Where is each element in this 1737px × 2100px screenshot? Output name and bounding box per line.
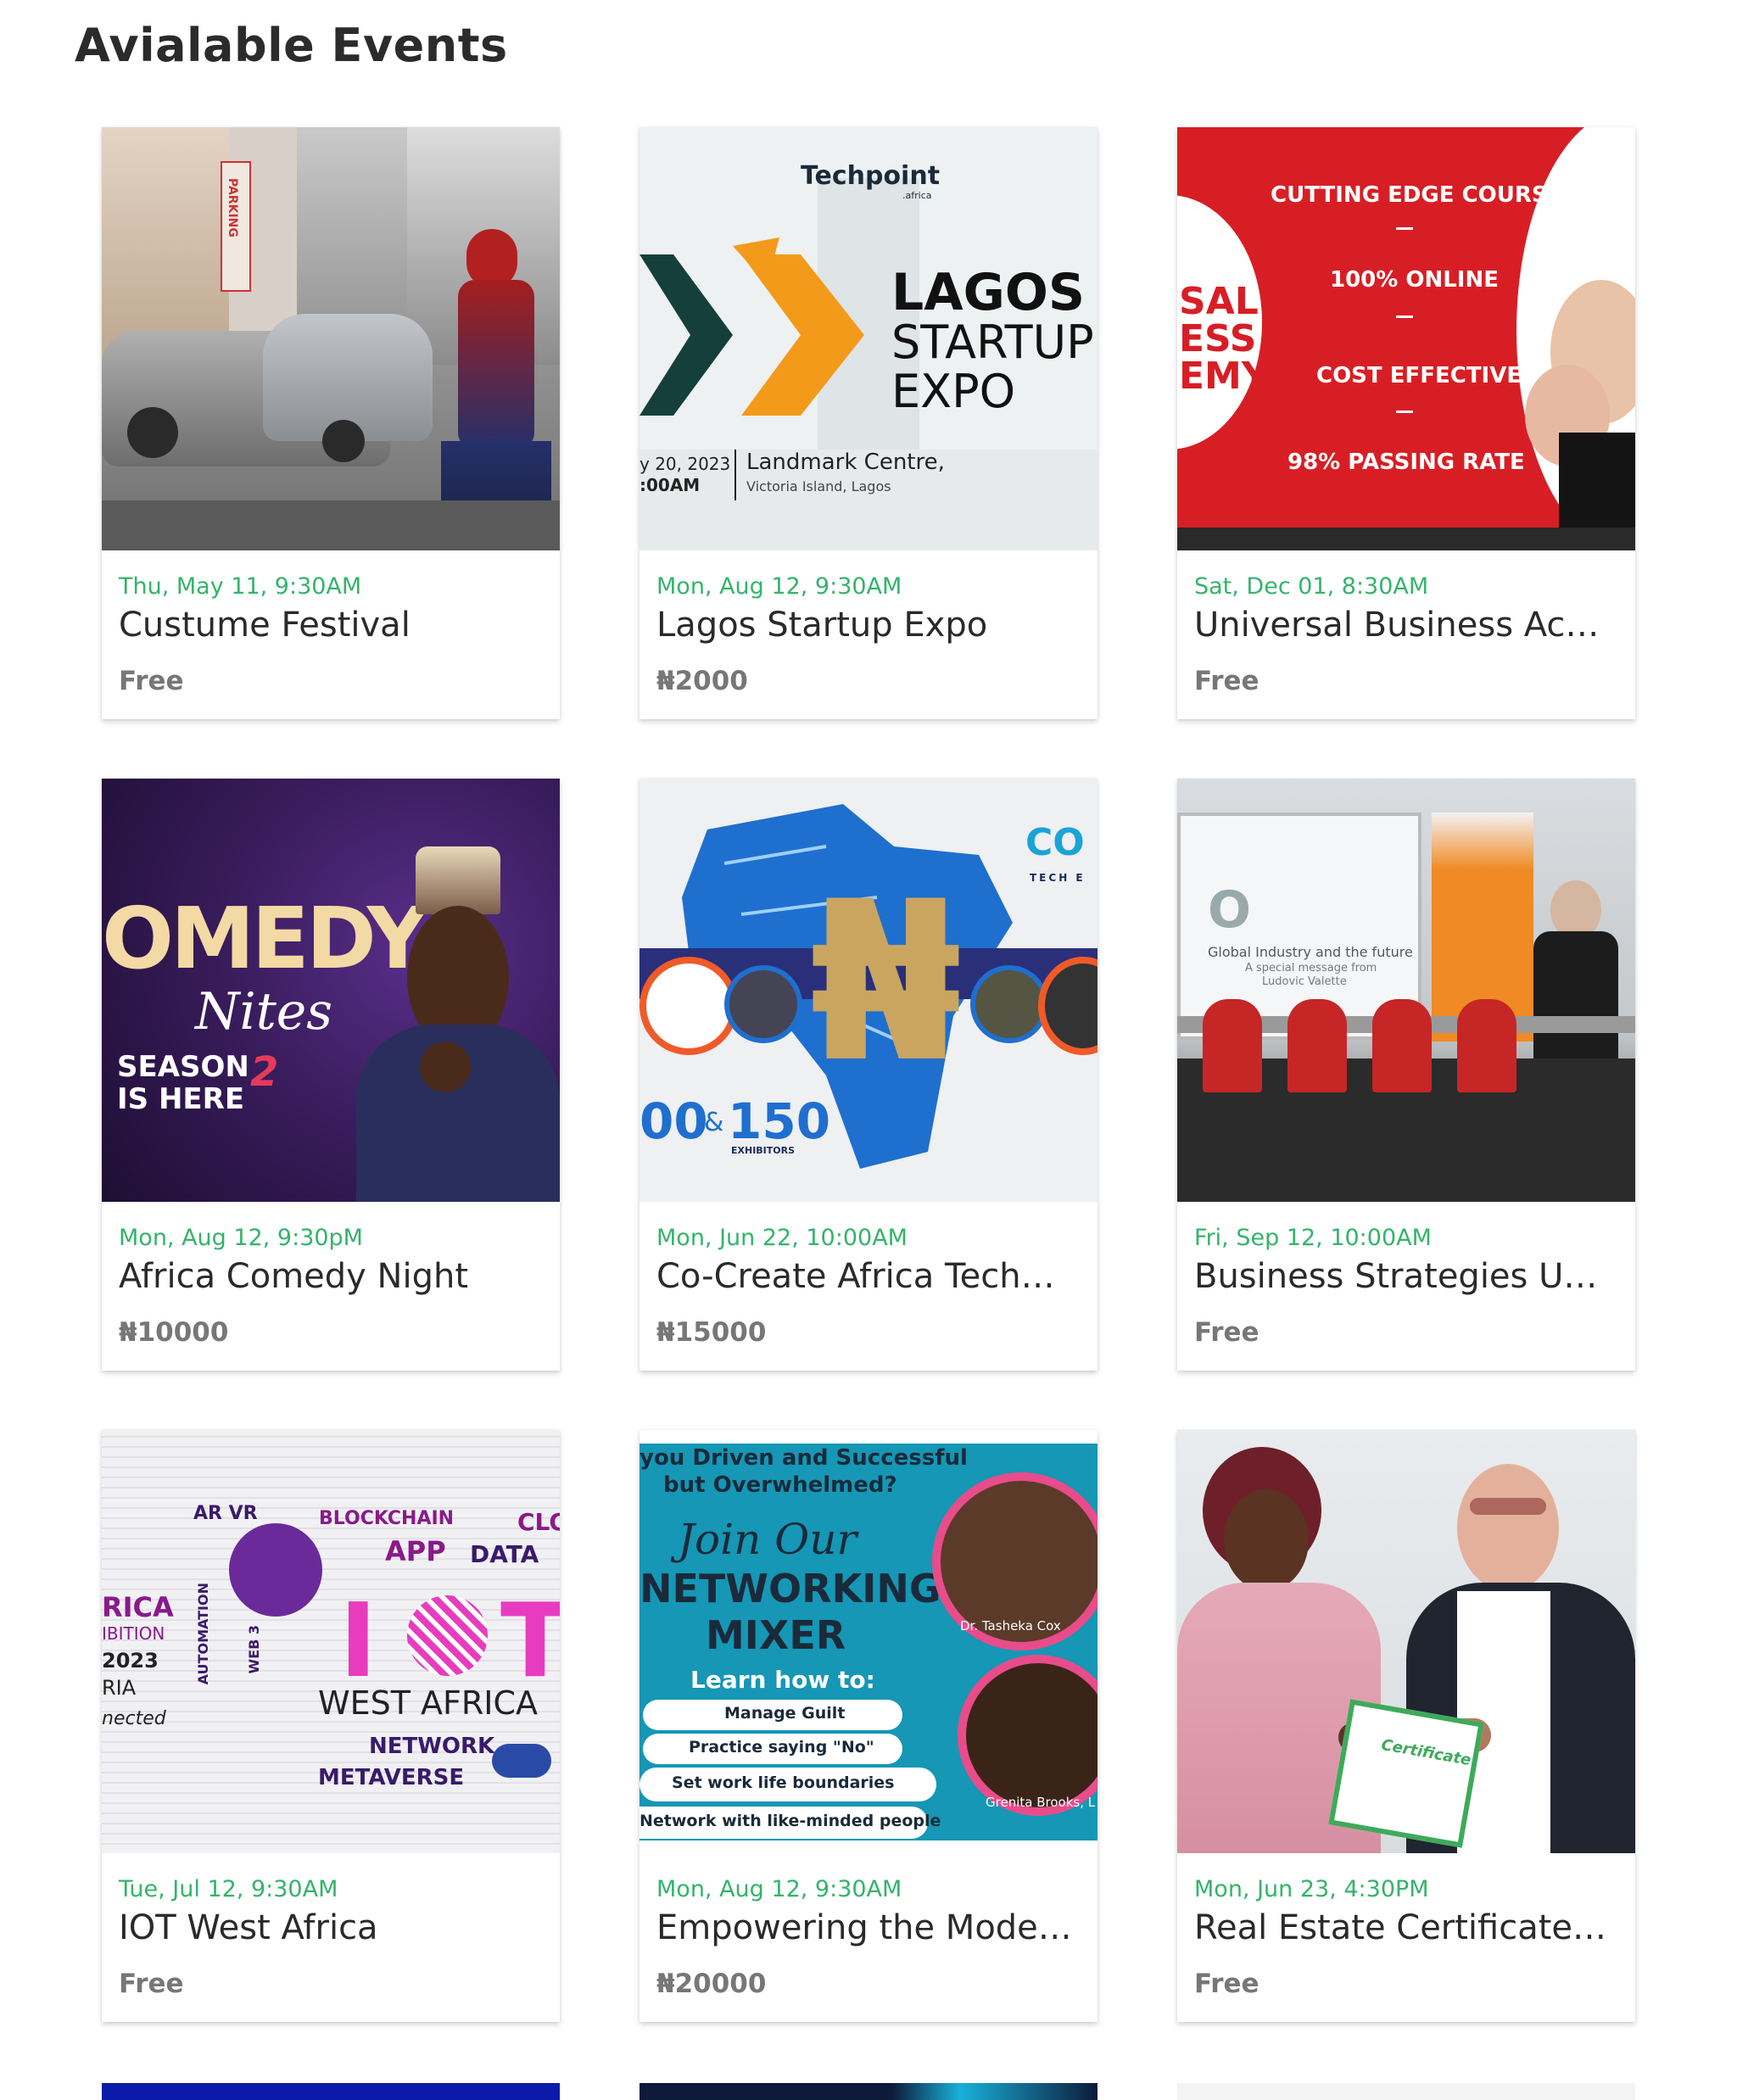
parking-sign: PARKING [226, 178, 239, 237]
event-image: you Driven and Successful but Overwhelme… [640, 1430, 1097, 1853]
events-grid: PARKING Thu, May 11, 9:30AM Custume Fest… [102, 127, 1635, 2022]
event-card-partial[interactable] [640, 2083, 1097, 2100]
event-image: AR VR BLOCKCHAIN CLO APP DATA I T WEST A… [102, 1430, 560, 1853]
naira-symbol: ₦ [809, 855, 963, 1111]
event-card[interactable]: OMEDY Nites SEASON IS HERE 2 Mon, Aug 12… [102, 779, 560, 1371]
event-date: Tue, Jul 12, 9:30AM [119, 1876, 338, 1902]
event-image: O Global Industry and the future A speci… [1177, 779, 1635, 1202]
event-date: Mon, Jun 22, 10:00AM [656, 1225, 908, 1251]
event-image: OMEDY Nites SEASON IS HERE 2 [102, 779, 560, 1202]
event-date: Mon, Jun 23, 4:30PM [1194, 1876, 1429, 1902]
iot-i-letter: I [339, 1583, 377, 1701]
event-title[interactable]: Real Estate Certificate Award [1194, 1906, 1610, 1950]
event-card[interactable]: PARKING Thu, May 11, 9:30AM Custume Fest… [102, 127, 560, 719]
iot-t-letter: T [500, 1583, 560, 1701]
comedy-title: OMEDY [102, 889, 428, 988]
event-title[interactable]: Business Strategies Update [1194, 1254, 1618, 1299]
event-image: SAL ESS EMY CUTTING EDGE COURSES 100% ON… [1177, 127, 1635, 550]
event-image: Certificate [1177, 1430, 1635, 1853]
event-image: ₦ CO TECH E 00 & 150 EXHIBITORS [640, 779, 1097, 1202]
event-title[interactable]: Universal Business Academy [1194, 603, 1618, 647]
event-price: ₦20000 [656, 1969, 767, 1999]
event-title[interactable]: IOT West Africa [119, 1906, 543, 1950]
event-date: Fri, Sep 12, 10:00AM [1194, 1225, 1432, 1251]
event-image: PARKING [102, 127, 560, 550]
event-price: ₦10000 [119, 1317, 229, 1348]
event-card[interactable]: you Driven and Successful but Overwhelme… [640, 1430, 1097, 2022]
event-title[interactable]: Lagos Startup Expo [656, 603, 1081, 647]
event-date: Thu, May 11, 9:30AM [119, 573, 362, 600]
event-price: Free [119, 666, 184, 696]
page-title: Avialable Events [75, 19, 508, 72]
event-price: Free [119, 1969, 184, 1999]
event-price: Free [1194, 1969, 1259, 1999]
event-price: Free [1194, 1317, 1259, 1348]
event-title[interactable]: Empowering the Modern Woman [656, 1906, 1081, 1950]
event-image: Techpoint .africa LAGOS STARTUP EXPO y 2… [640, 127, 1097, 550]
event-title[interactable]: Custume Festival [119, 603, 543, 647]
event-card[interactable]: ₦ CO TECH E 00 & 150 EXHIBITORS Mon, Jun… [640, 779, 1097, 1371]
event-card-partial[interactable] [1177, 2083, 1635, 2100]
event-date: Mon, Aug 12, 9:30AM [656, 573, 902, 600]
expo-title-line1: LAGOS [891, 263, 1086, 322]
event-title[interactable]: Africa Comedy Night [119, 1254, 543, 1299]
event-date: Mon, Aug 12, 9:30pM [119, 1225, 363, 1251]
event-date: Mon, Aug 12, 9:30AM [656, 1876, 902, 1902]
event-card[interactable]: Techpoint .africa LAGOS STARTUP EXPO y 2… [640, 127, 1097, 719]
event-card[interactable]: AR VR BLOCKCHAIN CLO APP DATA I T WEST A… [102, 1430, 560, 2022]
event-card[interactable]: SAL ESS EMY CUTTING EDGE COURSES 100% ON… [1177, 127, 1635, 719]
event-price: ₦15000 [656, 1317, 767, 1348]
event-card-partial[interactable] [102, 2083, 560, 2100]
event-title[interactable]: Co-Create Africa Tech Summit [656, 1254, 1064, 1299]
event-card[interactable]: Certificate Mon, Jun 23, 4:30PM Real Est… [1177, 1430, 1635, 2022]
event-price: ₦2000 [656, 666, 748, 696]
event-price: Free [1194, 666, 1259, 696]
event-date: Sat, Dec 01, 8:30AM [1194, 573, 1429, 600]
event-card[interactable]: O Global Industry and the future A speci… [1177, 779, 1635, 1371]
techpoint-logo: Techpoint [801, 161, 941, 191]
